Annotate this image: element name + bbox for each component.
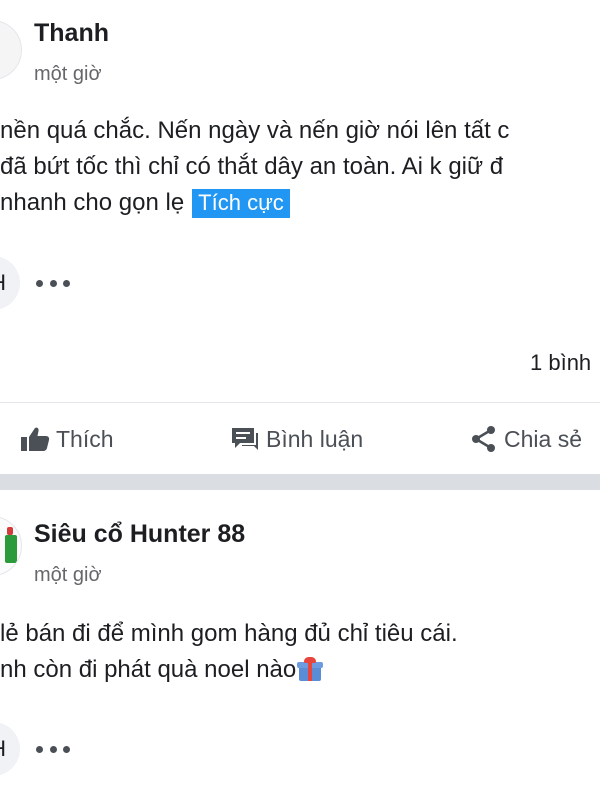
post-body: lẻ bán đi để mình gom hàng đủ chỉ tiêu c…	[0, 616, 600, 688]
comment-button[interactable]: Bình luận	[230, 410, 363, 468]
share-button[interactable]: Chia sẻ	[470, 410, 582, 468]
post-body: nền quá chắc. Nến ngày và nến giờ nói lê…	[0, 113, 600, 221]
author-name[interactable]: Siêu cổ Hunter 88	[34, 520, 245, 549]
divider	[0, 402, 600, 403]
thumbs-up-icon	[21, 427, 50, 451]
post-separator	[0, 474, 600, 490]
more-options-icon[interactable]	[36, 273, 70, 293]
comment-icon	[232, 428, 258, 450]
author-avatar[interactable]	[0, 516, 22, 576]
post-body-line: đã bứt tốc thì chỉ có thắt dây an toàn. …	[0, 153, 504, 180]
like-button[interactable]: Thích	[20, 410, 114, 468]
action-bar: Thích Bình luận Chia sẻ	[0, 410, 600, 468]
sentiment-tag: Tích cực	[192, 189, 290, 218]
post-hunter: Siêu cổ Hunter 88 một giờ lẻ bán đi để m…	[0, 490, 600, 800]
reaction-avatar[interactable]: H	[0, 722, 20, 776]
post-body-line-text: nh còn đi phát quà noel nào	[0, 656, 297, 683]
post-body-line: nhanh cho gọn lẹ Tích cực	[0, 185, 600, 221]
more-options-icon[interactable]	[36, 739, 70, 759]
post-body-line: nh còn đi phát quà noel nào	[0, 652, 600, 688]
post-body-line: nền quá chắc. Nến ngày và nến giờ nói lê…	[0, 117, 510, 144]
post-body-line: lẻ bán đi để mình gom hàng đủ chỉ tiêu c…	[0, 620, 458, 647]
author-avatar[interactable]	[0, 20, 22, 80]
post-time: một giờ	[34, 564, 102, 586]
like-label: Thích	[56, 425, 114, 452]
feed: Thanh một giờ nền quá chắc. Nến ngày và …	[0, 0, 600, 800]
reaction-avatar[interactable]: H	[0, 256, 20, 310]
comment-count[interactable]: 1 bình	[530, 350, 600, 376]
author-name[interactable]: Thanh	[34, 19, 109, 48]
share-icon	[472, 426, 495, 452]
post-time: một giờ	[34, 63, 102, 85]
comment-label: Bình luận	[266, 425, 364, 452]
share-label: Chia sẻ	[504, 425, 582, 452]
post-thanh: Thanh một giờ nền quá chắc. Nến ngày và …	[0, 0, 600, 474]
gift-icon	[297, 657, 324, 681]
post-body-line-text: nhanh cho gọn lẹ	[0, 189, 185, 216]
